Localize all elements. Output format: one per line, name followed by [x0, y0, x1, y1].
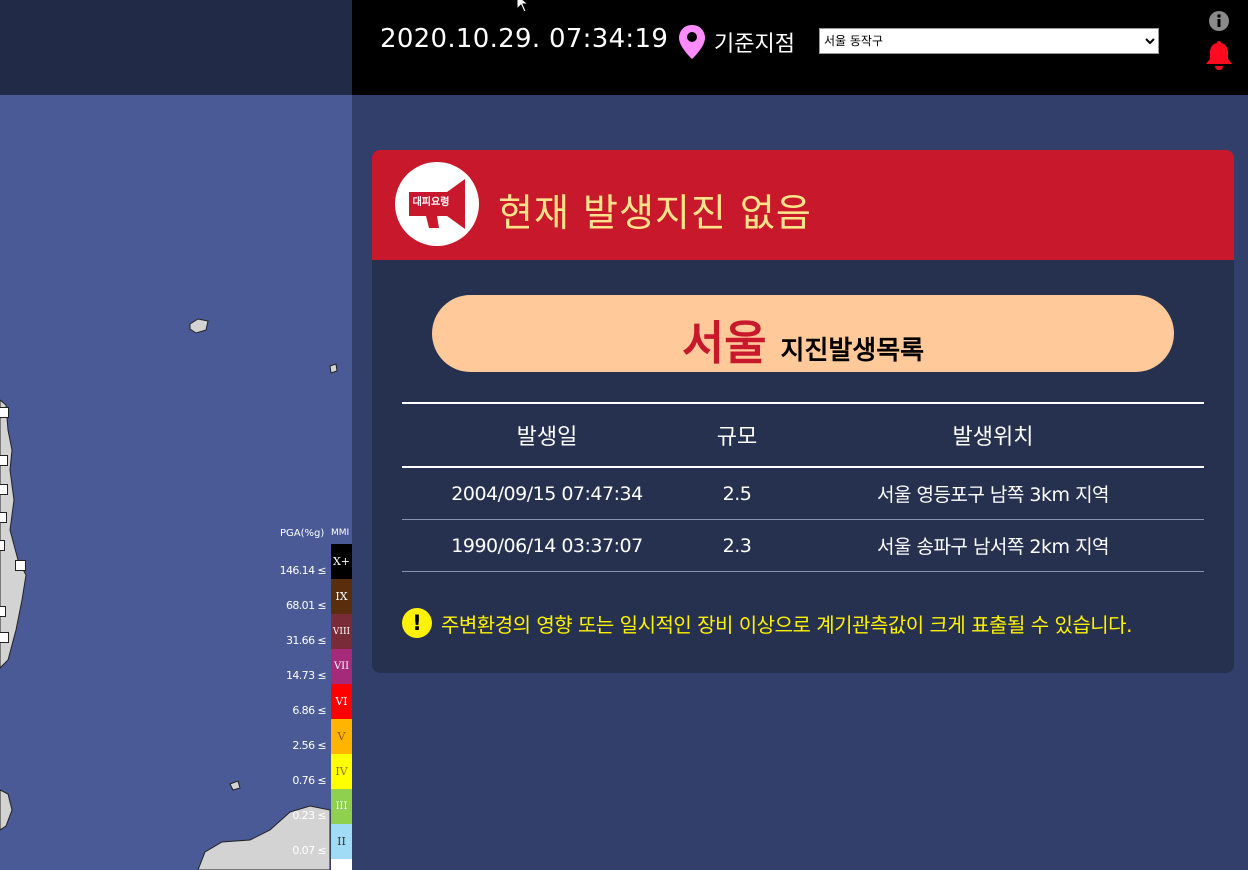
- region-name: 서울: [681, 316, 767, 370]
- region-heading: 서울 지진발생목록: [432, 295, 1174, 372]
- legend-pga-value: 0.23 ≤: [292, 809, 326, 822]
- legend-pga-value: 2.56 ≤: [292, 739, 326, 752]
- legend-mmi-label: X+: [332, 555, 351, 568]
- legend-mmi-cell: IX: [331, 579, 352, 614]
- legend-mmi-label: VII: [333, 661, 350, 672]
- table-header-row: 발생일 규모 발생위치: [402, 402, 1204, 468]
- warning-icon: !: [402, 608, 432, 638]
- station-marker[interactable]: [0, 632, 9, 643]
- legend-pga-value: 0.07 ≤: [292, 844, 326, 857]
- column-header-location: 발생위치: [782, 402, 1204, 468]
- legend-mmi-cell: VII: [331, 649, 352, 684]
- legend-mmi-label: IV: [335, 765, 348, 778]
- map-panel[interactable]: PGA(%g) MMI X+ IX VIII VII VI V IV III I…: [0, 0, 352, 870]
- legend-pga-value: 68.01 ≤: [285, 599, 327, 612]
- region-list-title: 지진발생목록: [780, 336, 925, 366]
- legend-mmi-cell: VIII: [331, 614, 352, 649]
- station-marker[interactable]: [0, 512, 7, 523]
- reference-point-label: 기준지점: [714, 32, 795, 57]
- evacuation-guide-button[interactable]: 대피요령: [395, 162, 479, 246]
- legend-mmi-label: II: [337, 835, 346, 848]
- measurement-notice: ! 주변환경의 영향 또는 일시적인 장비 이상으로 계기관측값이 크게 표출될…: [402, 608, 1132, 638]
- earthquake-alert-card: 대피요령 현재 발생지진 없음 서울 지진발생목록 발생일 규모 발생위치 20…: [372, 150, 1234, 673]
- legend-pga-value: 6.86 ≤: [292, 704, 326, 717]
- legend-mmi-header: MMI: [331, 528, 350, 538]
- cell-magnitude: 2.5: [692, 467, 782, 520]
- top-header: 2020.10.29. 07:34:19 기준지점 서울 동작구: [352, 0, 1248, 95]
- column-header-date: 발생일: [402, 402, 692, 468]
- legend-mmi-label: VIII: [332, 626, 351, 637]
- earthquake-history-table: 발생일 규모 발생위치 2004/09/15 07:47:34 2.5 서울 영…: [402, 402, 1204, 572]
- cell-date: 1990/06/14 03:37:07: [402, 519, 692, 572]
- legend-pga-value: 0.76 ≤: [292, 774, 326, 787]
- cursor-icon: [516, 0, 530, 13]
- station-marker[interactable]: [0, 407, 9, 418]
- legend-pga-value: 14.73 ≤: [285, 669, 327, 682]
- legend-mmi-cell: X+: [331, 544, 352, 579]
- cell-location: 서울 영등포구 남쪽 3km 지역: [782, 467, 1204, 520]
- legend-mmi-cell: II: [331, 824, 352, 859]
- legend-mmi-cell: IV: [331, 754, 352, 789]
- legend-mmi-cell: [331, 859, 352, 870]
- cell-date: 2004/09/15 07:47:34: [402, 467, 692, 520]
- location-pin-icon: [679, 25, 705, 59]
- station-marker[interactable]: [0, 540, 5, 551]
- notice-text: 주변환경의 영향 또는 일시적인 장비 이상으로 계기관측값이 크게 표출될 수…: [441, 612, 1132, 637]
- legend-mmi-cell: VI: [331, 684, 352, 719]
- reference-point-select[interactable]: 서울 동작구: [819, 28, 1159, 54]
- cell-magnitude: 2.3: [692, 519, 782, 572]
- column-header-magnitude: 규모: [692, 402, 782, 468]
- legend-pga-value: 146.14 ≤: [279, 564, 327, 577]
- cell-location: 서울 송파구 남서쪽 2km 지역: [782, 519, 1204, 572]
- alert-header: 대피요령 현재 발생지진 없음: [372, 150, 1234, 260]
- intensity-legend: PGA(%g) MMI X+ IX VIII VII VI V IV III I…: [270, 525, 352, 870]
- legend-pga-header: PGA(%g): [280, 528, 325, 539]
- legend-mmi-cell: III: [331, 789, 352, 824]
- bell-icon[interactable]: [1205, 40, 1233, 70]
- legend-mmi-cell: V: [331, 719, 352, 754]
- legend-mmi-label: IX: [335, 590, 348, 603]
- current-datetime: 2020.10.29. 07:34:19: [380, 24, 669, 54]
- station-marker[interactable]: [0, 455, 8, 466]
- station-marker[interactable]: [0, 484, 8, 495]
- legend-pga-value: 31.66 ≤: [285, 634, 327, 647]
- station-marker[interactable]: [15, 560, 26, 571]
- station-marker[interactable]: [0, 606, 6, 617]
- legend-mmi-label: III: [335, 801, 348, 812]
- info-icon[interactable]: [1209, 11, 1229, 31]
- legend-mmi-label: V: [337, 730, 346, 743]
- evacuation-guide-label: 대피요령: [412, 197, 450, 208]
- table-row: 1990/06/14 03:37:07 2.3 서울 송파구 남서쪽 2km 지…: [402, 519, 1204, 572]
- table-row: 2004/09/15 07:47:34 2.5 서울 영등포구 남쪽 3km 지…: [402, 467, 1204, 520]
- alert-title: 현재 발생지진 없음: [498, 191, 812, 235]
- legend-mmi-label: VI: [335, 695, 348, 708]
